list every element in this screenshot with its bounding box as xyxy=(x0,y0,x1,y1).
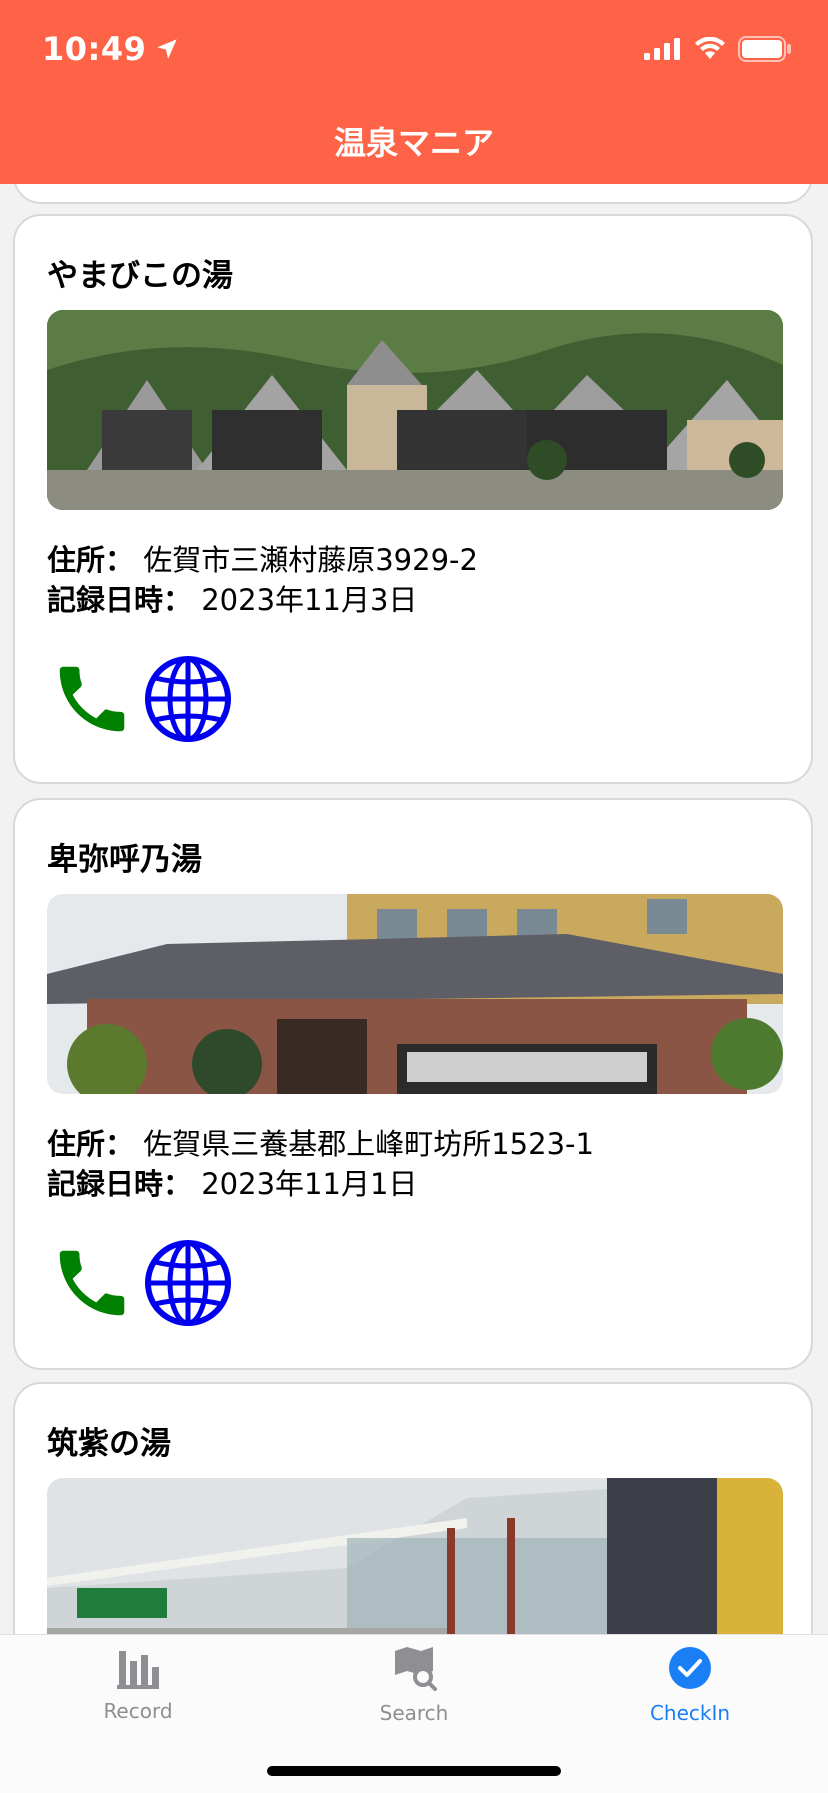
phone-icon[interactable] xyxy=(49,656,135,742)
tab-search[interactable]: Search xyxy=(334,1645,494,1725)
onsen-info: 住所： 佐賀市三瀬村藤原3929-2 記録日時： 2023年11月3日 xyxy=(47,540,478,620)
onsen-photo xyxy=(47,1478,783,1634)
date-label: 記録日時： xyxy=(47,1167,193,1201)
tab-search-label: Search xyxy=(379,1701,449,1725)
address-label: 住所： xyxy=(47,1127,135,1161)
action-icons xyxy=(49,1240,231,1326)
phone-icon[interactable] xyxy=(49,1240,135,1326)
location-arrow-icon xyxy=(157,39,178,59)
onsen-photo xyxy=(47,310,783,510)
date-value: 2023年11月3日 xyxy=(201,583,418,617)
tab-checkin-label: CheckIn xyxy=(649,1701,731,1725)
address-row: 住所： 佐賀県三養基郡上峰町坊所1523-1 xyxy=(47,1124,594,1164)
status-icons xyxy=(644,36,792,62)
globe-icon[interactable] xyxy=(145,656,231,742)
status-time: 10:49 xyxy=(42,30,180,68)
address-label: 住所： xyxy=(47,543,135,577)
tab-record-label: Record xyxy=(103,1699,173,1723)
globe-icon[interactable] xyxy=(145,1240,231,1326)
onsen-photo xyxy=(47,894,783,1094)
onsen-info: 住所： 佐賀県三養基郡上峰町坊所1523-1 記録日時： 2023年11月1日 xyxy=(47,1124,594,1204)
map-search-icon xyxy=(395,1647,437,1691)
action-icons xyxy=(49,656,231,742)
tab-record[interactable]: Record xyxy=(58,1645,218,1723)
list-item[interactable]: 筑紫の湯 xyxy=(13,1382,813,1634)
page-title: 温泉マニア xyxy=(333,124,494,162)
address-row: 住所： 佐賀市三瀬村藤原3929-2 xyxy=(47,540,478,580)
onsen-name: 卑弥呼乃湯 xyxy=(47,842,202,878)
address-value: 佐賀市三瀬村藤原3929-2 xyxy=(143,543,478,577)
signal-icon xyxy=(644,38,680,60)
status-time-text: 10:49 xyxy=(42,30,147,68)
onsen-name: 筑紫の湯 xyxy=(47,1426,171,1462)
date-row: 記録日時： 2023年11月1日 xyxy=(47,1164,594,1204)
chart-bar-icon xyxy=(117,1651,159,1689)
header-bar: 10:49 温泉マニア xyxy=(0,0,828,184)
date-label: 記録日時： xyxy=(47,583,193,617)
checkmark-circle-icon xyxy=(669,1647,711,1689)
list-item-previous[interactable] xyxy=(13,184,813,204)
address-value: 佐賀県三養基郡上峰町坊所1523-1 xyxy=(143,1127,594,1161)
tab-checkin[interactable]: CheckIn xyxy=(610,1645,770,1725)
checkin-list[interactable]: やまびこの湯 住所： 佐賀市三瀬村藤原3929-2 記録日時： 2023年11月… xyxy=(0,184,828,1634)
list-item[interactable]: やまびこの湯 住所： 佐賀市三瀬村藤原3929-2 記録日時： 2023年11月… xyxy=(13,214,813,784)
wifi-icon xyxy=(695,37,725,59)
date-row: 記録日時： 2023年11月3日 xyxy=(47,580,478,620)
home-indicator[interactable] xyxy=(267,1766,561,1776)
list-item[interactable]: 卑弥呼乃湯 住所： 佐賀県三養基郡上峰町坊所1523-1 記録日時： 2023年… xyxy=(13,798,813,1370)
battery-icon xyxy=(738,36,791,62)
onsen-name: やまびこの湯 xyxy=(47,258,233,294)
date-value: 2023年11月1日 xyxy=(201,1167,418,1201)
